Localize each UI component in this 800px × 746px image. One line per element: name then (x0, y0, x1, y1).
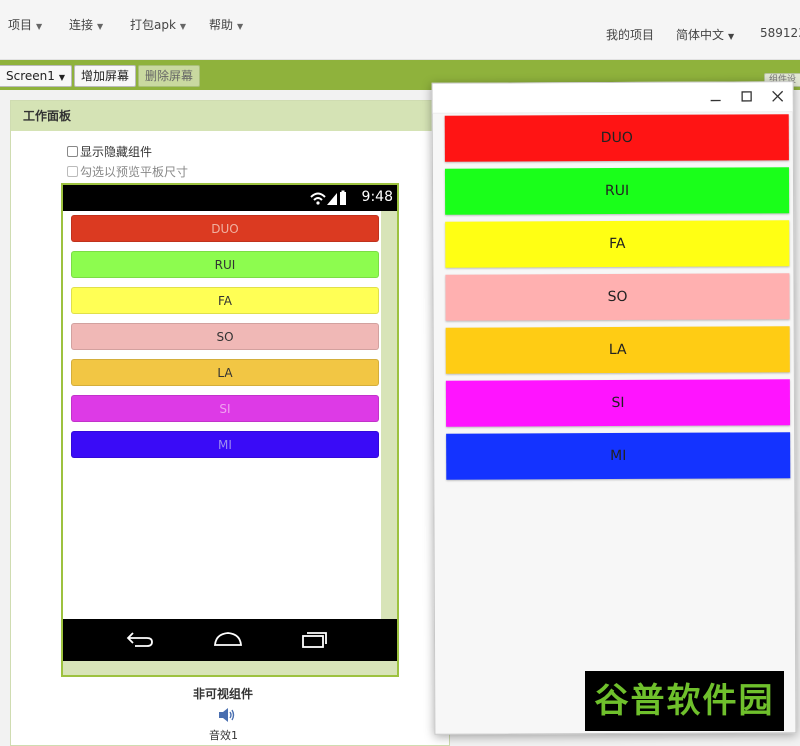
home-icon[interactable] (213, 629, 243, 649)
phone-footer (63, 661, 397, 675)
phone-button-rui[interactable]: RUI (71, 251, 379, 278)
nonvisible-components-title: 非可视组件 (193, 687, 254, 701)
window-titlebar (432, 82, 793, 114)
workspace-title: 工作面板 (11, 101, 449, 131)
caret-down-icon: ▼ (179, 22, 187, 31)
maximize-icon[interactable] (740, 89, 754, 103)
phone-screen: DUO RUI FA SO LA SI MI (63, 211, 381, 619)
preview-button-la[interactable]: LA (445, 326, 790, 374)
preview-button-si[interactable]: SI (445, 379, 791, 427)
minimize-icon[interactable] (709, 90, 723, 104)
add-screen-button[interactable]: 增加屏幕 (74, 65, 137, 87)
show-hidden-checkbox-row[interactable]: 显示隐藏组件 (67, 143, 152, 160)
phone-scrollbar[interactable] (381, 211, 397, 619)
menu-help-label: 帮助 (209, 18, 234, 32)
workspace-panel: 工作面板 显示隐藏组件 勾选以预览平板尺寸 9:48 DUO RUI FA SO… (10, 100, 450, 746)
status-time: 9:48 (361, 189, 393, 205)
phone-button-si[interactable]: SI (71, 395, 379, 422)
caret-down-icon: ▼ (97, 22, 104, 31)
phone-button-fa[interactable]: FA (71, 287, 379, 314)
menu-help[interactable]: 帮助 ▼ (209, 16, 243, 33)
watermark-logo: 谷普软件园 (585, 671, 784, 731)
menu-connect[interactable]: 连接 ▼ (69, 16, 103, 33)
caret-down-icon: ▼ (237, 22, 244, 31)
status-bar: 9:48 (63, 185, 397, 211)
android-nav-bar (63, 619, 397, 661)
menu-build-apk-label: 打包apk (130, 18, 176, 32)
speaker-icon[interactable] (217, 707, 237, 723)
app-preview-window: DUO RUI FA SO LA SI MI (431, 81, 797, 735)
tablet-preview-checkbox[interactable] (67, 166, 78, 177)
phone-button-so[interactable]: SO (71, 323, 379, 350)
preview-button-mi[interactable]: MI (446, 432, 791, 480)
signal-battery-icon (310, 190, 346, 205)
preview-button-rui[interactable]: RUI (444, 167, 790, 215)
tablet-preview-checkbox-row[interactable]: 勾选以预览平板尺寸 (67, 163, 188, 180)
caret-down-icon: ▼ (58, 73, 66, 82)
tablet-preview-label: 勾选以预览平板尺寸 (80, 165, 189, 179)
language-select[interactable]: 简体中文 ▼ (676, 26, 734, 43)
show-hidden-label: 显示隐藏组件 (80, 145, 153, 159)
preview-button-so[interactable]: SO (445, 273, 790, 321)
phone-button-duo[interactable]: DUO (71, 215, 379, 242)
caret-down-icon: ▼ (36, 22, 43, 31)
menu-connect-label: 连接 (69, 18, 94, 32)
language-label: 简体中文 (676, 28, 725, 42)
phone-button-la[interactable]: LA (71, 359, 379, 386)
phone-viewer: 9:48 DUO RUI FA SO LA SI MI (61, 183, 399, 677)
screen-select-label: Screen1 (6, 69, 55, 83)
top-menu-bar: 项目▼ 连接▼ 打包apk▼ 帮助▼ 我的项目 简体中文▼ 589123 (0, 0, 800, 60)
preview-button-duo[interactable]: DUO (444, 114, 789, 162)
menu-build-apk[interactable]: 打包apk ▼ (130, 16, 186, 33)
screen-select[interactable]: Screen1 ▼ (0, 65, 73, 87)
sound-component-label[interactable]: 音效1 (209, 727, 238, 743)
phone-button-mi[interactable]: MI (71, 431, 379, 458)
preview-button-fa[interactable]: FA (445, 220, 790, 268)
remove-screen-button[interactable]: 删除屏幕 (138, 65, 201, 87)
recent-apps-icon[interactable] (299, 629, 329, 649)
menu-project-label: 项目 (8, 18, 33, 32)
show-hidden-checkbox[interactable] (67, 146, 78, 157)
user-account[interactable]: 589123 (760, 26, 800, 40)
back-icon[interactable] (125, 629, 155, 649)
close-icon[interactable] (771, 89, 785, 103)
menu-project[interactable]: 项目 ▼ (8, 16, 42, 33)
caret-down-icon: ▼ (728, 32, 735, 41)
my-projects-link[interactable]: 我的项目 (606, 26, 654, 43)
